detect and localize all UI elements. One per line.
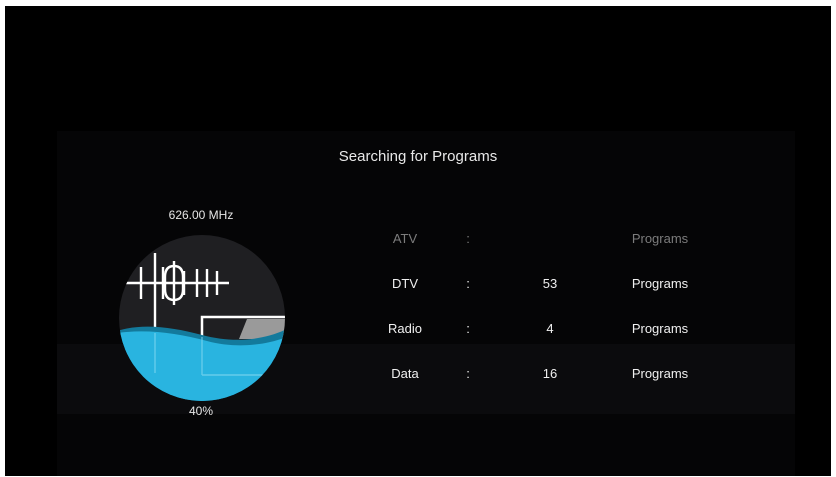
result-colon: :: [466, 321, 470, 336]
frequency-label: 626.00 MHz: [168, 208, 234, 222]
result-colon: :: [466, 231, 470, 246]
result-count: 16: [542, 366, 558, 381]
result-type: Radio: [388, 321, 422, 336]
dialog-title: Searching for Programs: [338, 148, 498, 165]
result-row-dtv: DTV : 53 Programs: [5, 272, 831, 296]
result-colon: :: [466, 276, 470, 291]
result-colon: :: [466, 366, 470, 381]
result-unit: Programs: [631, 321, 689, 336]
tv-screen: Searching for Programs 626.00 MHz 40% AT…: [5, 6, 831, 476]
result-row-atv: ATV : Programs: [5, 227, 831, 251]
result-count: 4: [546, 321, 554, 336]
result-row-radio: Radio : 4 Programs: [5, 317, 831, 341]
result-type: ATV: [392, 231, 418, 246]
result-type: DTV: [392, 276, 418, 291]
result-type: Data: [391, 366, 419, 381]
result-row-data: Data : 16 Programs: [5, 362, 831, 386]
result-count: 53: [542, 276, 558, 291]
result-unit: Programs: [631, 366, 689, 381]
result-unit: Programs: [631, 276, 689, 291]
progress-percent: 40%: [188, 404, 214, 418]
result-unit: Programs: [631, 231, 689, 246]
